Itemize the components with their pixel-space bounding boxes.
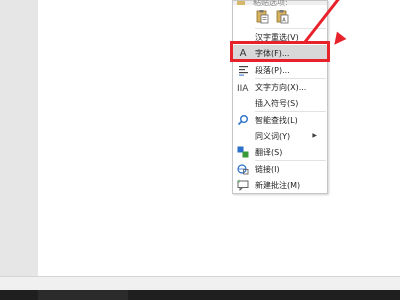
left-gutter xyxy=(0,0,38,276)
translate-icon xyxy=(237,146,249,158)
text-direction-icon: IIA xyxy=(237,81,249,93)
menu-item-label: 插入符号(S) xyxy=(255,99,299,108)
taskbar xyxy=(0,290,400,300)
new-comment-icon: + xyxy=(237,179,249,191)
menu-item-synonyms[interactable]: 同义词(Y) ▶ xyxy=(233,128,327,144)
menu-item-new-comment[interactable]: + 新建批注(M) xyxy=(233,177,327,193)
taskbar-segment xyxy=(38,290,128,300)
menu-item-translate[interactable]: 翻译(S) xyxy=(233,144,327,160)
document-page[interactable] xyxy=(38,0,400,276)
smart-lookup-icon xyxy=(237,114,249,126)
submenu-arrow-icon: ▶ xyxy=(312,132,317,139)
status-bar xyxy=(0,276,400,291)
menu-item-label: 翻译(S) xyxy=(255,148,283,157)
annotation-highlight-box xyxy=(230,41,330,62)
clipboard-icon xyxy=(237,1,245,5)
menu-item-label: 智能查找(L) xyxy=(255,116,298,125)
paste-options-header: 粘贴选项: xyxy=(233,0,327,7)
menu-item-smart-lookup[interactable]: 智能查找(L) xyxy=(233,112,327,128)
svg-text:+: + xyxy=(237,179,241,185)
menu-item-label: 链接(I) xyxy=(255,165,280,174)
svg-text:IIA: IIA xyxy=(237,84,249,93)
menu-item-label: 段落(P)... xyxy=(255,66,290,75)
menu-item-label: 新建批注(M) xyxy=(255,181,301,190)
menu-item-label: 同义词(Y) xyxy=(255,132,291,141)
paste-text-only-icon[interactable]: A xyxy=(275,9,290,24)
menu-item-paragraph[interactable]: 段落(P)... xyxy=(233,62,327,78)
menu-item-insert-symbol[interactable]: 插入符号(S) xyxy=(233,95,327,111)
paste-keep-formatting-icon[interactable] xyxy=(255,9,270,24)
menu-item-label: 文字方向(X)... xyxy=(255,83,307,92)
svg-text:A: A xyxy=(282,18,286,24)
link-icon xyxy=(237,163,249,175)
paste-options-row: A xyxy=(233,7,327,27)
paragraph-icon xyxy=(237,64,249,76)
menu-item-link[interactable]: 链接(I) xyxy=(233,161,327,177)
menu-item-text-direction[interactable]: IIA 文字方向(X)... xyxy=(233,79,327,95)
